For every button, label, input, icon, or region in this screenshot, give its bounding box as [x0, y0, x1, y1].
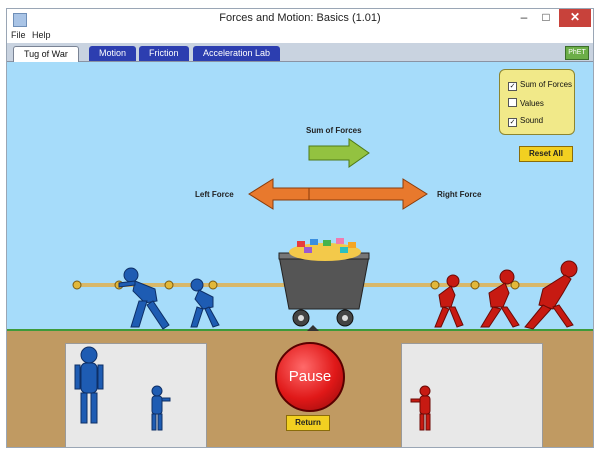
right-force-label: Right Force [437, 190, 482, 199]
blue-puller-small-in-toolbox[interactable] [151, 385, 171, 431]
app-window: Forces and Motion: Basics (1.01) – □ ✕ F… [6, 8, 594, 448]
red-puller-medium[interactable] [480, 269, 520, 328]
right-force-arrow [308, 178, 428, 210]
values-checkbox[interactable]: Values [508, 98, 544, 108]
red-puller-small-in-toolbox[interactable] [410, 385, 431, 431]
left-force-arrow [248, 178, 310, 210]
red-puller-large[interactable] [524, 260, 578, 330]
options-panel: ✓ Sum of Forces Values ✓ Sound [499, 69, 575, 135]
reset-all-button[interactable]: Reset All [519, 146, 573, 162]
red-puller-small[interactable] [434, 274, 464, 328]
cart-position-marker-icon [307, 325, 319, 331]
pause-button[interactable]: Pause [275, 342, 345, 412]
left-force-label: Left Force [195, 190, 234, 199]
sound-checkbox[interactable]: ✓ Sound [508, 116, 543, 127]
sum-of-forces-checkbox[interactable]: ✓ Sum of Forces [508, 80, 572, 91]
cart[interactable] [278, 252, 370, 327]
checkbox-icon: ✓ [508, 82, 517, 91]
blue-puller-large[interactable] [118, 267, 170, 330]
sum-of-forces-arrow [308, 138, 370, 168]
candy-load [289, 238, 361, 261]
sum-of-forces-label: Sum of Forces [306, 126, 362, 135]
return-button[interactable]: Return [286, 415, 330, 431]
blue-puller-large-in-toolbox[interactable] [74, 346, 104, 424]
checkbox-icon: ✓ [508, 118, 517, 127]
checkbox-icon [508, 98, 517, 107]
